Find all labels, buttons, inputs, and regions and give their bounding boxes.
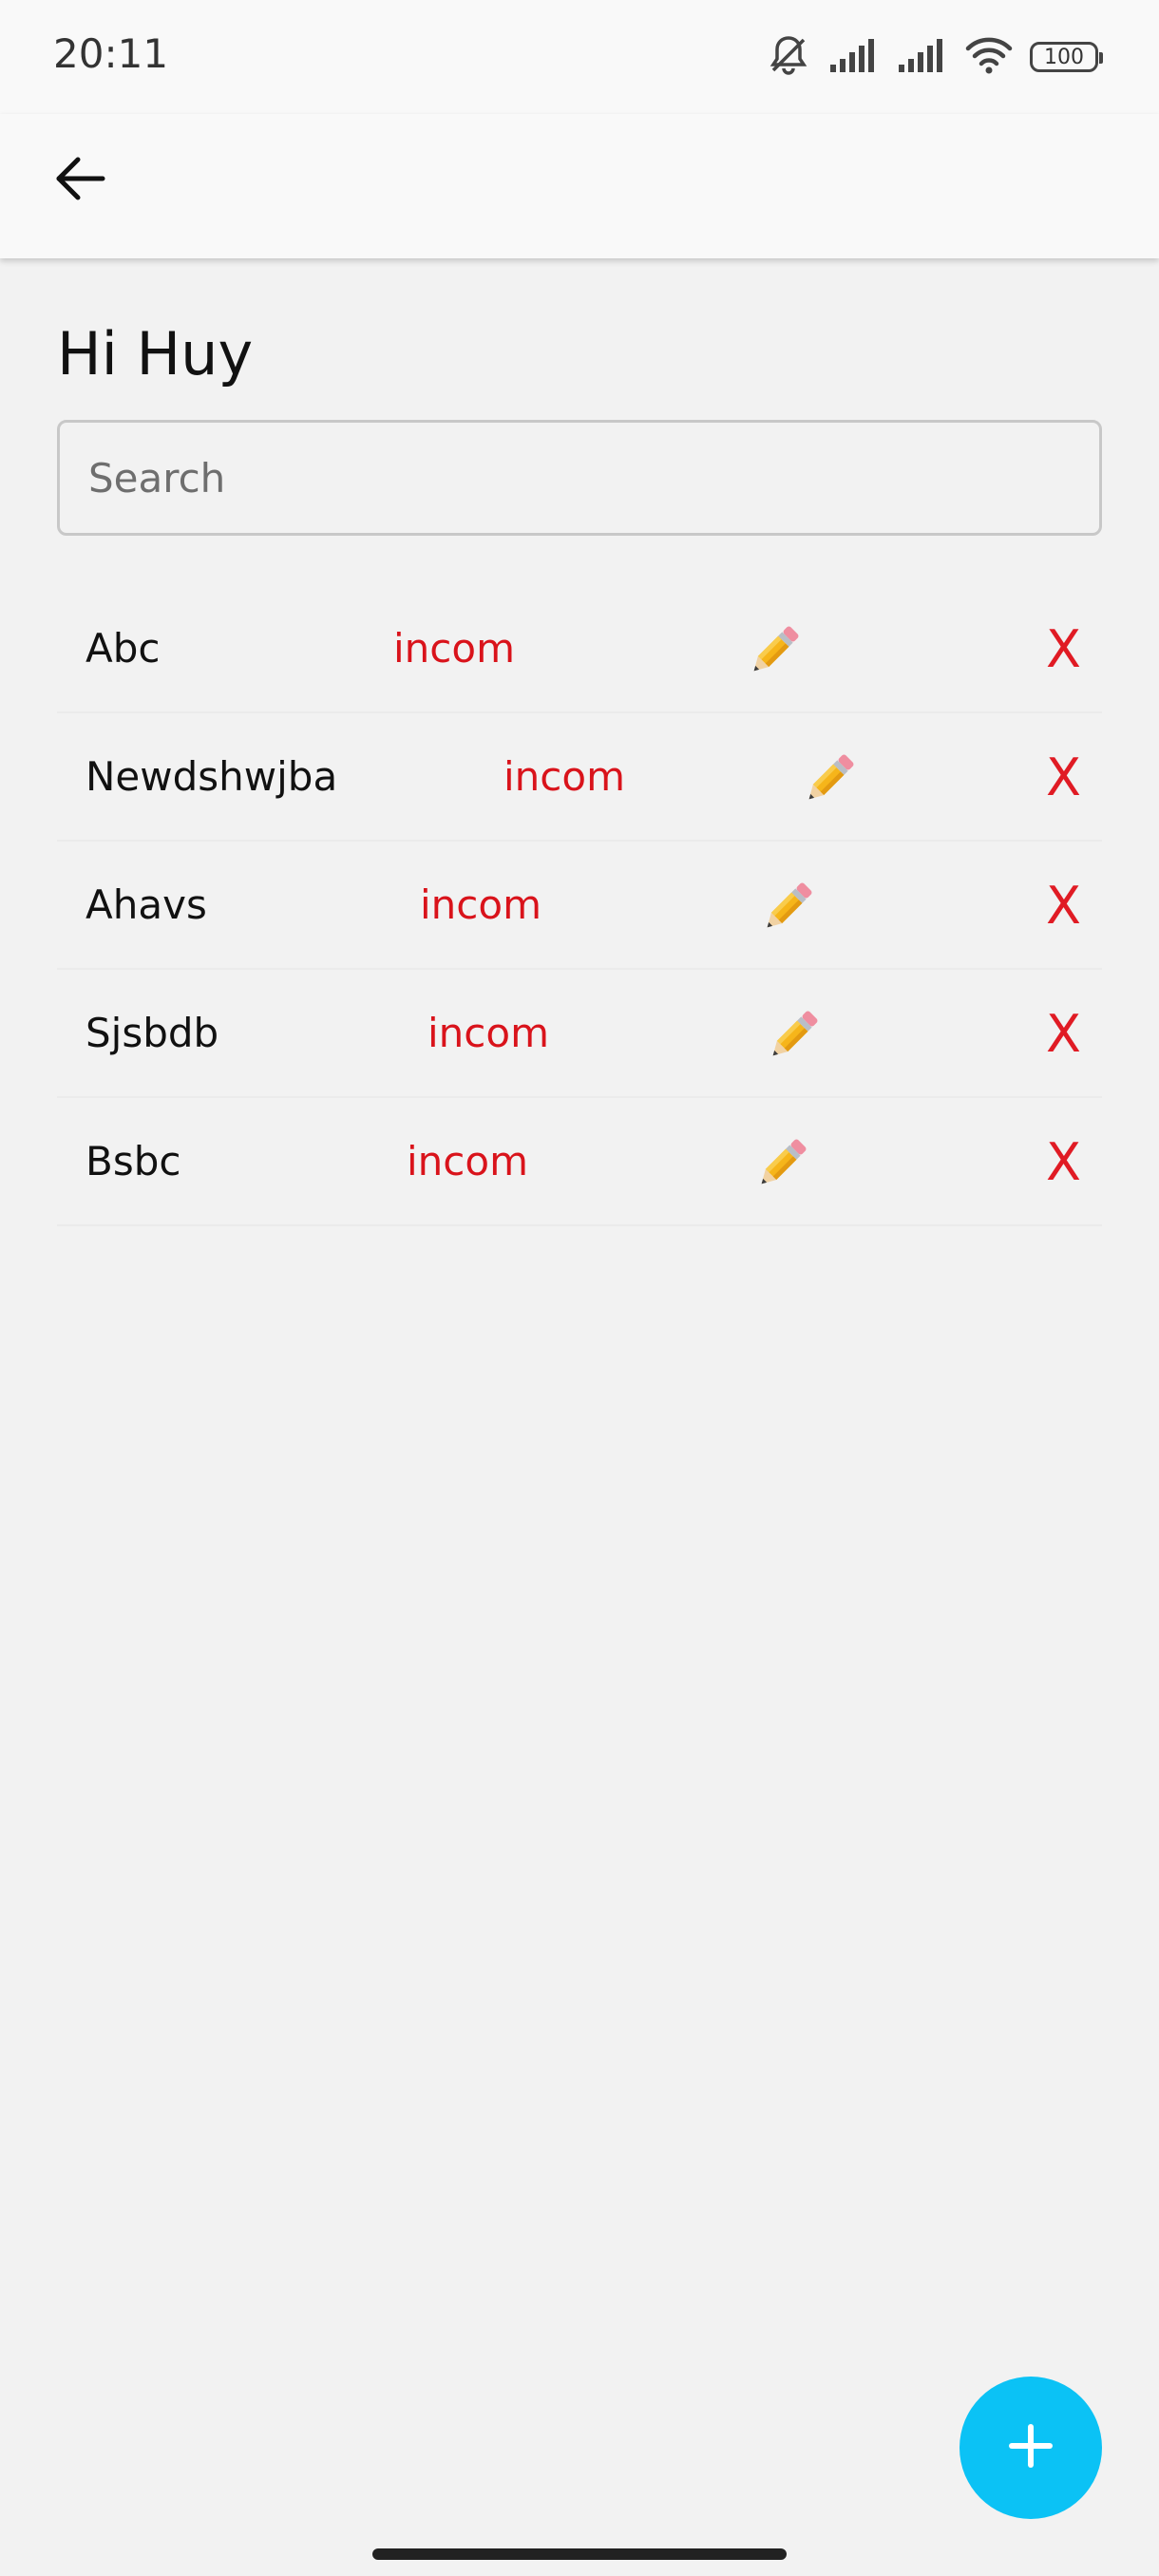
signal-icon bbox=[897, 36, 948, 79]
item-type: incom bbox=[393, 625, 515, 672]
item-type: incom bbox=[504, 753, 625, 800]
item-name: Bsbc bbox=[86, 1138, 181, 1184]
signal-icon bbox=[828, 36, 880, 79]
edit-pencil-icon[interactable] bbox=[760, 1008, 821, 1069]
transaction-list: Abc incom X Newdshwjba incom X Ahavs inc… bbox=[57, 585, 1102, 1226]
list-item[interactable]: Bsbc incom X bbox=[57, 1098, 1102, 1226]
edit-pencil-icon[interactable] bbox=[741, 623, 802, 684]
item-name: Ahavs bbox=[86, 881, 207, 928]
list-item[interactable]: Newdshwjba incom X bbox=[57, 713, 1102, 842]
delete-button[interactable]: X bbox=[1046, 748, 1081, 809]
wifi-icon bbox=[965, 36, 1013, 79]
edit-pencil-icon[interactable] bbox=[754, 880, 815, 940]
item-name: Sjsbdb bbox=[86, 1010, 219, 1056]
battery-icon: 100 bbox=[1030, 42, 1103, 72]
add-button[interactable] bbox=[960, 2377, 1102, 2519]
delete-button[interactable]: X bbox=[1046, 1004, 1081, 1066]
edit-pencil-icon[interactable] bbox=[796, 751, 857, 812]
arrow-left-icon bbox=[53, 152, 106, 210]
home-indicator[interactable] bbox=[372, 2548, 787, 2560]
status-icons: 100 bbox=[766, 32, 1103, 83]
item-type: incom bbox=[420, 881, 542, 928]
status-time: 20:11 bbox=[53, 30, 169, 77]
item-name: Abc bbox=[86, 625, 161, 672]
delete-button[interactable]: X bbox=[1046, 619, 1081, 681]
delete-button[interactable]: X bbox=[1046, 876, 1081, 938]
list-item[interactable]: Abc incom X bbox=[57, 585, 1102, 713]
edit-pencil-icon[interactable] bbox=[749, 1136, 809, 1197]
greeting-title: Hi Huy bbox=[57, 319, 254, 388]
delete-button[interactable]: X bbox=[1046, 1132, 1081, 1194]
status-bar: 20:11 100 bbox=[0, 0, 1159, 114]
search-input[interactable] bbox=[60, 423, 1099, 533]
item-type: incom bbox=[428, 1010, 549, 1056]
item-name: Newdshwjba bbox=[86, 753, 338, 800]
battery-level: 100 bbox=[1044, 45, 1084, 69]
plus-icon bbox=[1006, 2421, 1055, 2475]
item-type: incom bbox=[407, 1138, 528, 1184]
mute-icon bbox=[766, 32, 811, 83]
list-item[interactable]: Sjsbdb incom X bbox=[57, 970, 1102, 1098]
back-button[interactable] bbox=[48, 148, 112, 213]
app-bar bbox=[0, 114, 1159, 258]
list-item[interactable]: Ahavs incom X bbox=[57, 842, 1102, 970]
search-field[interactable] bbox=[57, 420, 1102, 536]
